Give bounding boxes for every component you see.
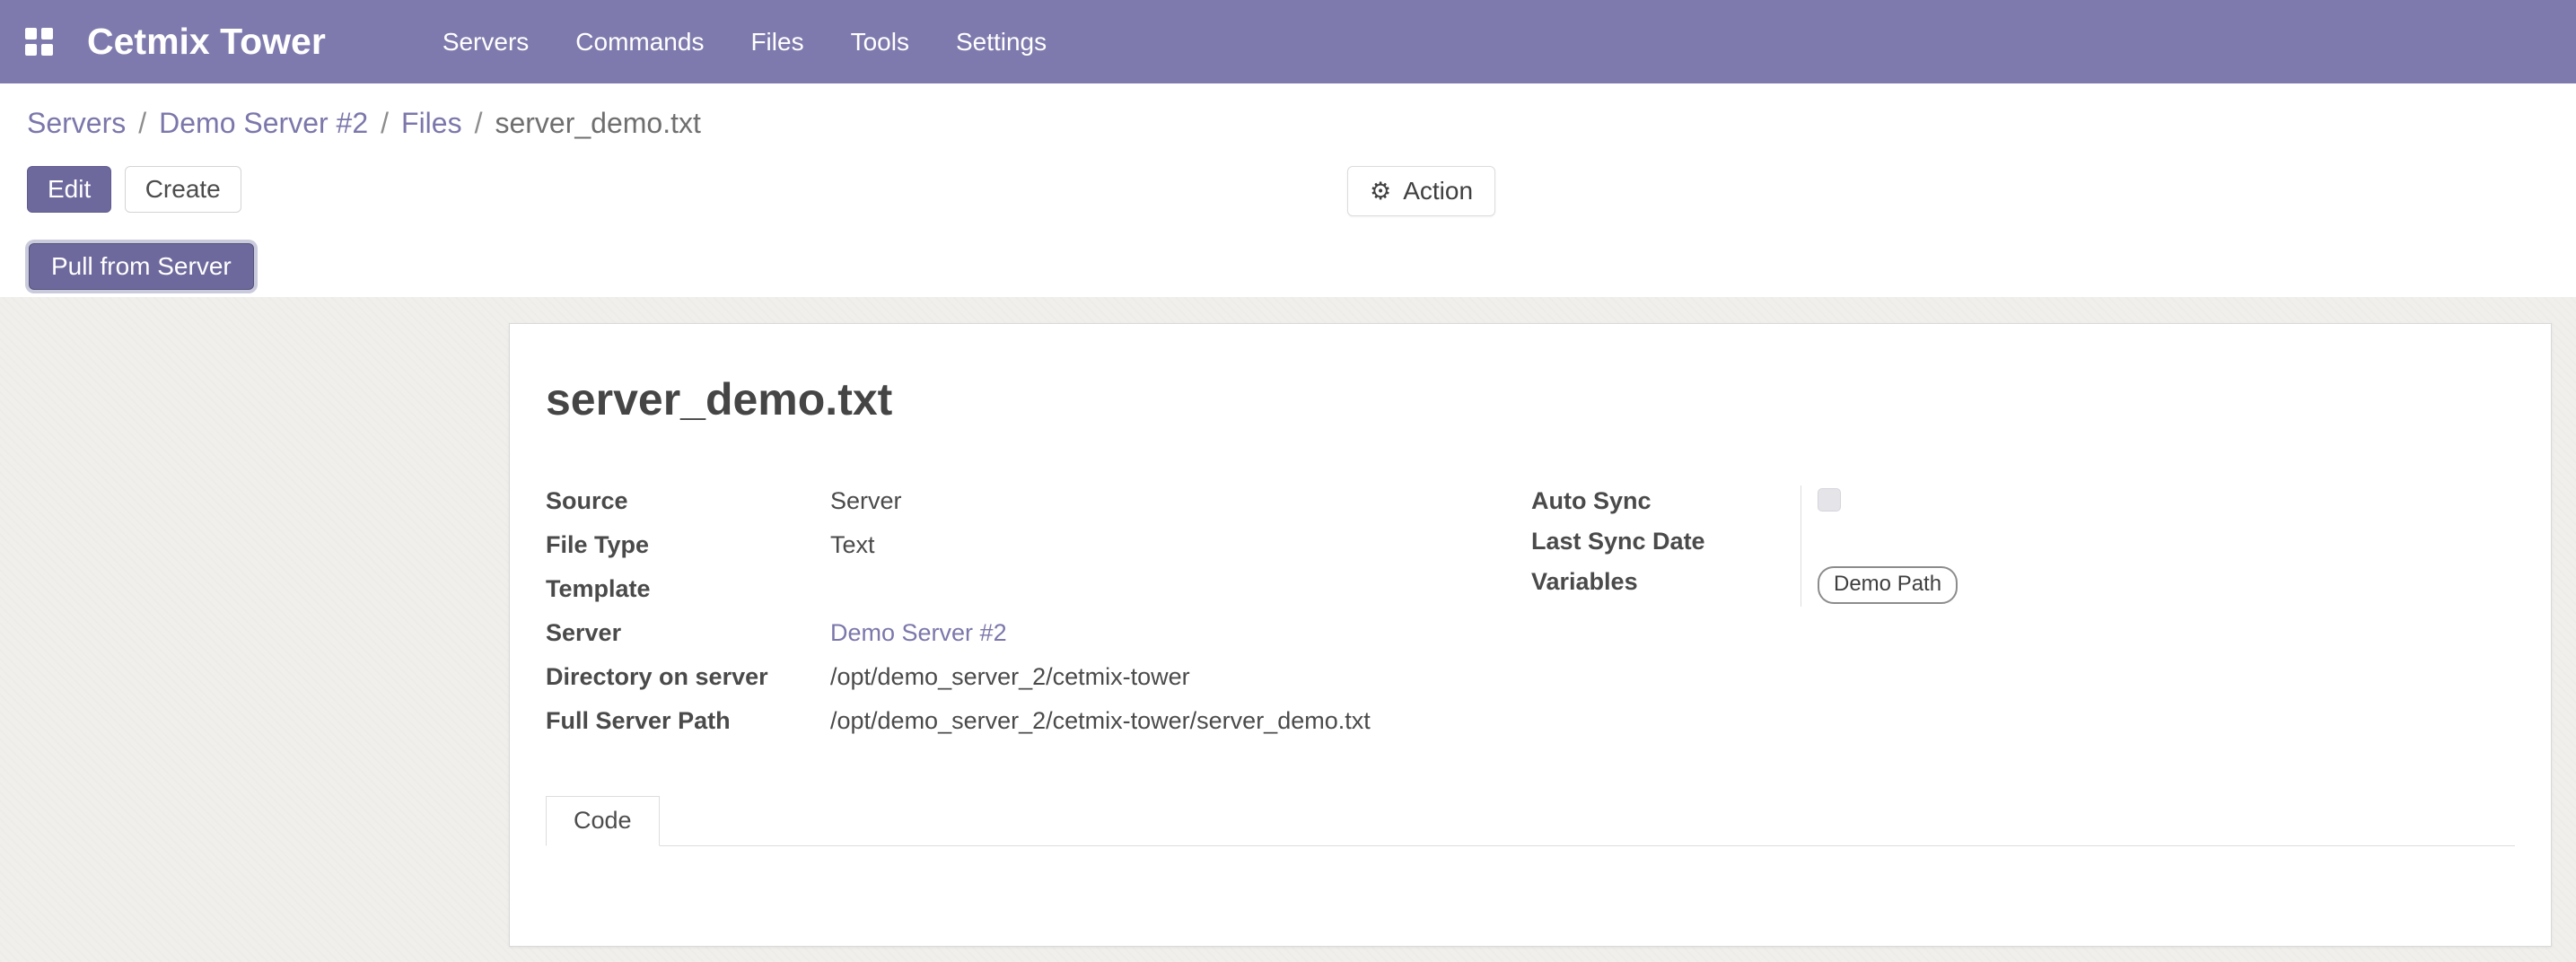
statusbar: Pull from Server: [0, 243, 2576, 302]
action-menu-button[interactable]: ⚙ Action: [1347, 166, 1495, 216]
pull-from-server-button[interactable]: Pull from Server: [29, 243, 254, 290]
create-button[interactable]: Create: [125, 166, 241, 213]
field-groups: Source Server File Type Text Template Se…: [546, 485, 2515, 749]
breadcrumb-separator: /: [138, 107, 146, 140]
navbar-item-tools[interactable]: Tools: [828, 0, 933, 83]
field-value-directory: /opt/demo_server_2/cetmix-tower: [830, 661, 1454, 692]
field-label-template: Template: [546, 573, 830, 604]
content-area: server_demo.txt Source Server File Type …: [0, 297, 2576, 962]
apps-menu-square: [25, 44, 37, 56]
field-value-last-sync-date: [1801, 526, 2515, 566]
navbar-item-files[interactable]: Files: [727, 0, 827, 83]
apps-menu-icon[interactable]: [25, 28, 53, 56]
apps-menu-square: [41, 44, 53, 56]
breadcrumb-separator: /: [381, 107, 389, 140]
field-label-full-server-path: Full Server Path: [546, 705, 830, 736]
field-label-directory: Directory on server: [546, 661, 830, 692]
variable-tag-demo-path: Demo Path: [1818, 566, 1958, 604]
field-row-last-sync-date: Last Sync Date: [1531, 526, 2515, 566]
field-group-left: Source Server File Type Text Template Se…: [546, 485, 1454, 749]
field-label-last-sync-date: Last Sync Date: [1531, 526, 1801, 556]
form-toolbar: Edit Create ⚙ Action: [0, 166, 2576, 216]
breadcrumb-separator: /: [475, 107, 483, 140]
gear-icon: ⚙: [1370, 179, 1391, 204]
breadcrumb: Servers / Demo Server #2 / Files / serve…: [0, 83, 2576, 166]
breadcrumb-servers[interactable]: Servers: [27, 107, 126, 140]
field-row-template: Template: [546, 573, 1454, 617]
notebook-tabs: Code: [546, 796, 2515, 846]
brand-title[interactable]: Cetmix Tower: [87, 21, 326, 63]
apps-menu-square: [25, 28, 37, 39]
field-label-source: Source: [546, 485, 830, 516]
navbar-item-servers[interactable]: Servers: [419, 0, 552, 83]
field-value-source: Server: [830, 485, 1454, 516]
field-value-file-type: Text: [830, 529, 1454, 560]
field-row-directory: Directory on server /opt/demo_server_2/c…: [546, 661, 1454, 705]
field-group-right: Auto Sync Last Sync Date Variables Demo …: [1531, 485, 2515, 607]
field-label-auto-sync: Auto Sync: [1531, 485, 1801, 516]
breadcrumb-demo-server-2[interactable]: Demo Server #2: [159, 107, 368, 140]
field-row-file-type: File Type Text: [546, 529, 1454, 573]
field-label-server: Server: [546, 617, 830, 648]
field-label-file-type: File Type: [546, 529, 830, 560]
auto-sync-checkbox[interactable]: [1818, 488, 1841, 512]
navbar-item-settings[interactable]: Settings: [933, 0, 1070, 83]
breadcrumb-files[interactable]: Files: [401, 107, 462, 140]
field-row-full-server-path: Full Server Path /opt/demo_server_2/cetm…: [546, 705, 1454, 749]
action-menu-label: Action: [1403, 177, 1473, 206]
field-row-auto-sync: Auto Sync: [1531, 485, 2515, 526]
field-label-variables: Variables: [1531, 566, 1801, 597]
edit-button[interactable]: Edit: [27, 166, 111, 213]
tab-code[interactable]: Code: [546, 796, 660, 846]
app-window: Cetmix Tower Servers Commands Files Tool…: [0, 0, 2576, 962]
server-link[interactable]: Demo Server #2: [830, 619, 1007, 646]
top-navbar: Cetmix Tower Servers Commands Files Tool…: [0, 0, 2576, 83]
field-row-source: Source Server: [546, 485, 1454, 529]
page-title: server_demo.txt: [546, 374, 2515, 424]
field-row-server: Server Demo Server #2: [546, 617, 1454, 661]
field-value-variables: Demo Path: [1801, 566, 2515, 607]
field-row-variables: Variables Demo Path: [1531, 566, 2515, 607]
navbar-item-commands[interactable]: Commands: [552, 0, 727, 83]
field-value-full-server-path: /opt/demo_server_2/cetmix-tower/server_d…: [830, 705, 1454, 736]
apps-menu-square: [41, 28, 53, 39]
navbar-menu: Servers Commands Files Tools Settings: [419, 0, 1070, 83]
field-value-auto-sync: [1801, 485, 2515, 526]
form-sheet: server_demo.txt Source Server File Type …: [509, 323, 2552, 947]
breadcrumb-current-file: server_demo.txt: [495, 107, 700, 140]
